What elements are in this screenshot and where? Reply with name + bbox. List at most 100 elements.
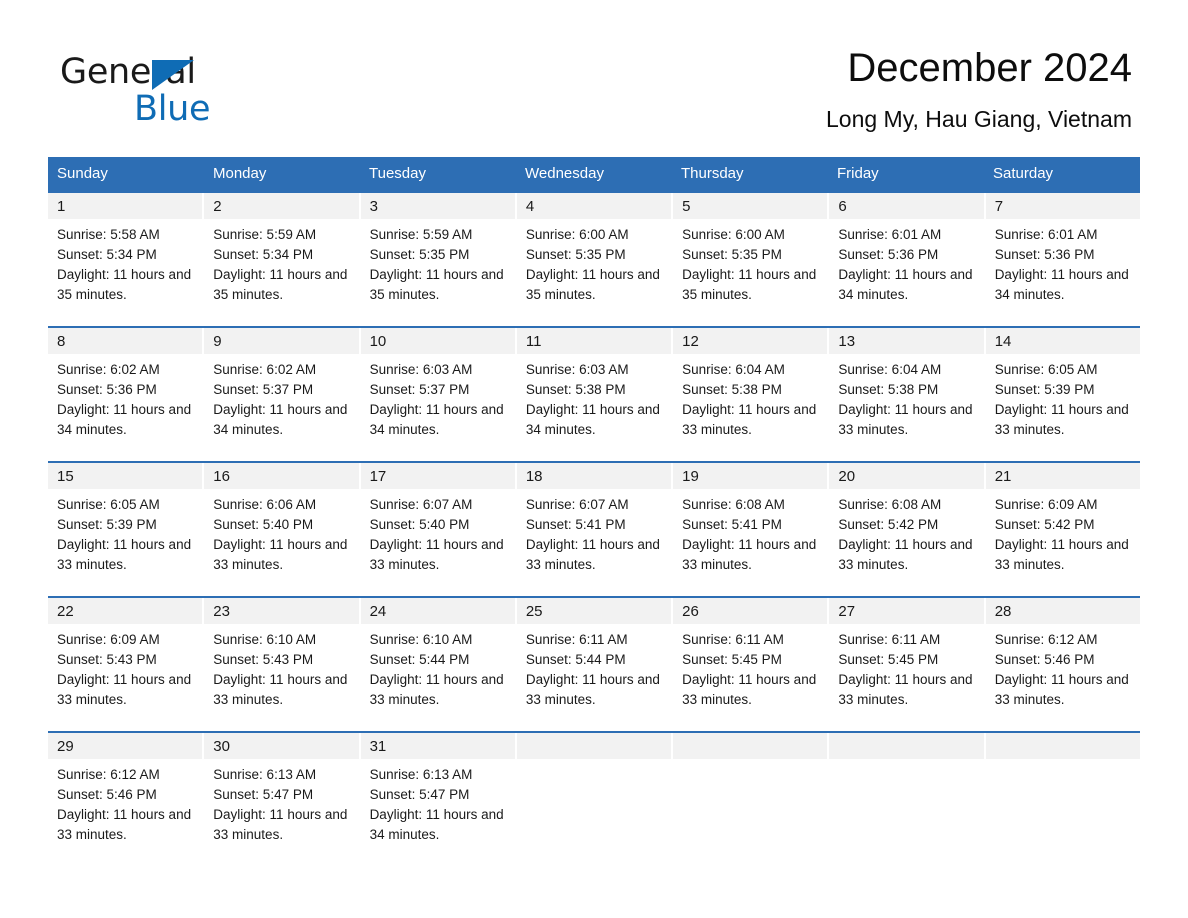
day-info-strip: Sunrise: 6:09 AM Sunset: 5:43 PM Daylight:…	[48, 624, 1140, 719]
day-number[interactable]: 20	[829, 463, 984, 489]
daylight-text: Daylight: 11 hours and 33 minutes.	[994, 537, 1129, 572]
daylight-text: Daylight: 11 hours and 33 minutes.	[525, 537, 660, 572]
day-number[interactable]: 27	[829, 598, 984, 624]
day-number[interactable]: 13	[829, 328, 984, 354]
day-number[interactable]: 16	[204, 463, 359, 489]
sunset-text: Sunset: 5:45 PM	[838, 652, 939, 667]
page-header: General Blue December 2024 Long My, Hau …	[0, 0, 1188, 155]
day-cell: Sunrise: 6:03 AM Sunset: 5:37 PM Daylight:…	[361, 354, 515, 449]
sunset-text: Sunset: 5:44 PM	[525, 652, 626, 667]
day-number[interactable]: 26	[673, 598, 828, 624]
day-number[interactable]: 28	[985, 598, 1140, 624]
daylight-text: Daylight: 11 hours and 34 minutes.	[369, 807, 504, 842]
day-number[interactable]: 23	[204, 598, 359, 624]
sunrise-text: Sunrise: 5:59 AM	[369, 227, 473, 242]
daylight-text: Daylight: 11 hours and 33 minutes.	[213, 672, 348, 707]
sunrise-text: Sunrise: 6:00 AM	[682, 227, 785, 242]
sunset-text: Sunset: 5:40 PM	[369, 517, 470, 532]
daylight-text: Daylight: 11 hours and 35 minutes.	[369, 267, 504, 302]
weekday-header-wednesday: Wednesday	[525, 165, 604, 182]
day-number[interactable]: 8	[48, 328, 203, 354]
day-cell: Sunrise: 6:11 AM Sunset: 5:45 PM Daylight:…	[673, 624, 827, 719]
sunrise-text: Sunrise: 6:03 AM	[369, 362, 473, 377]
day-cell: Sunrise: 6:07 AM Sunset: 5:40 PM Daylight:…	[361, 489, 515, 584]
day-number[interactable]: 17	[360, 463, 515, 489]
day-number[interactable]: 2	[204, 193, 359, 219]
day-number[interactable]: 3	[360, 193, 515, 219]
day-cell: Sunrise: 6:03 AM Sunset: 5:38 PM Daylight:…	[517, 354, 671, 449]
day-number[interactable]: 22	[48, 598, 203, 624]
sunset-text: Sunset: 5:35 PM	[682, 247, 782, 262]
calendar-week-row: 1 2 3 4 5 6 7 Sunrise: 5:58 AM Sunset: 5:34 PM Da…	[48, 191, 1140, 314]
daylight-text: Daylight: 11 hours and 33 minutes.	[369, 537, 504, 572]
day-number[interactable]: 15	[48, 463, 203, 489]
day-info-strip: Sunrise: 6:02 AM Sunset: 5:36 PM Daylight:…	[48, 354, 1140, 449]
calendar-grid: Sunday Monday Tuesday Wednesday Thursday Frid…	[48, 157, 1140, 854]
calendar-weeks: 1 2 3 4 5 6 7 Sunrise: 5:58 AM Sunset: 5:34 PM Da…	[48, 191, 1140, 854]
daylight-text: Daylight: 11 hours and 34 minutes.	[525, 402, 660, 437]
day-number-strip: 1234567	[48, 193, 1140, 219]
daylight-text: Daylight: 11 hours and 33 minutes.	[838, 672, 973, 707]
sunset-text: Sunset: 5:45 PM	[682, 652, 782, 667]
sunrise-text: Sunrise: 6:13 AM	[213, 767, 317, 782]
day-number[interactable]: 11	[516, 328, 672, 354]
day-number[interactable]: 18	[516, 463, 672, 489]
day-number[interactable]: 1	[48, 193, 203, 219]
day-number-strip: 8 9 10 11 12 13 14	[48, 328, 1140, 354]
day-cell: Sunrise: 6:04 AM Sunset: 5:38 PM Daylight:…	[673, 354, 827, 449]
sunrise-text: Sunrise: 6:05 AM	[994, 362, 1098, 377]
sunrise-text: Sunrise: 6:03 AM	[525, 362, 629, 377]
day-number[interactable]: 25	[516, 598, 672, 624]
sunrise-text: Sunrise: 6:09 AM	[57, 632, 160, 647]
daylight-text: Daylight: 11 hours and 33 minutes.	[57, 537, 192, 572]
weekday-header-tuesday: Tuesday	[369, 165, 426, 182]
day-number[interactable]: 12	[673, 328, 828, 354]
sunset-text: Sunset: 5:43 PM	[57, 652, 157, 667]
sunset-text: Sunset: 5:42 PM	[994, 517, 1095, 532]
daylight-text: Daylight: 11 hours and 34 minutes.	[213, 402, 348, 437]
daylight-text: Daylight: 11 hours and 34 minutes.	[994, 267, 1129, 302]
day-cell: Sunrise: 6:11 AM Sunset: 5:45 PM Daylight:…	[829, 624, 983, 719]
calendar-page: General Blue December 2024 Long My, Hau …	[0, 0, 1188, 918]
day-number[interactable]: 29	[48, 733, 203, 759]
day-cell-empty	[986, 759, 1140, 854]
sunrise-text: Sunrise: 6:01 AM	[994, 227, 1098, 242]
daylight-text: Daylight: 11 hours and 33 minutes.	[369, 672, 504, 707]
day-number[interactable]: 14	[985, 328, 1140, 354]
calendar-week-row: 8 9 10 11 12 13 14 Sunrise: 6:02 AM Sunset: 5:36…	[48, 326, 1140, 449]
day-cell: Sunrise: 5:58 AM Sunset: 5:34 PM Daylight:…	[48, 219, 202, 314]
day-cell: Sunrise: 6:08 AM Sunset: 5:42 PM Daylight:…	[829, 489, 983, 584]
day-number[interactable]: 19	[673, 463, 828, 489]
day-number[interactable]: 21	[985, 463, 1140, 489]
sunset-text: Sunset: 5:35 PM	[525, 247, 626, 262]
day-number[interactable]: 6	[829, 193, 984, 219]
sunset-text: Sunset: 5:34 PM	[213, 247, 314, 262]
sunset-text: Sunset: 5:37 PM	[369, 382, 470, 397]
day-number[interactable]: 5	[673, 193, 828, 219]
day-number[interactable]: 30	[204, 733, 359, 759]
daylight-text: Daylight: 11 hours and 33 minutes.	[213, 807, 348, 842]
page-subtitle: Long My, Hau Giang, Vietnam	[826, 106, 1132, 132]
sunrise-text: Sunrise: 6:04 AM	[838, 362, 942, 377]
day-number[interactable]: 9	[204, 328, 359, 354]
day-number[interactable]: 10	[360, 328, 515, 354]
calendar-week-row: 15 16 17 18 19 20 21 Sunrise: 6:05 AM Sunset: 5:…	[48, 461, 1140, 584]
weekday-header-row: Sunday Monday Tuesday Wednesday Thursday Frid…	[48, 157, 1140, 191]
sunset-text: Sunset: 5:39 PM	[57, 517, 157, 532]
sunset-text: Sunset: 5:47 PM	[213, 787, 314, 802]
sunrise-text: Sunrise: 6:06 AM	[213, 497, 317, 512]
day-number[interactable]: 31	[360, 733, 515, 759]
day-info-strip: Sunrise: 5:58 AM Sunset: 5:34 PM Daylight:…	[48, 219, 1140, 314]
day-number[interactable]: 4	[516, 193, 672, 219]
day-cell: Sunrise: 6:00 AM Sunset: 5:35 PM Daylight:…	[517, 219, 671, 314]
sunset-text: Sunset: 5:38 PM	[682, 382, 782, 397]
day-number-strip: 15 16 17 18 19 20 21	[48, 463, 1140, 489]
daylight-text: Daylight: 11 hours and 33 minutes.	[994, 402, 1129, 437]
day-cell: Sunrise: 6:05 AM Sunset: 5:39 PM Daylight:…	[986, 354, 1140, 449]
sunrise-text: Sunrise: 6:07 AM	[525, 497, 629, 512]
sunset-text: Sunset: 5:34 PM	[57, 247, 157, 262]
day-number[interactable]: 24	[360, 598, 515, 624]
day-number[interactable]: 7	[985, 193, 1140, 219]
day-cell: Sunrise: 6:10 AM Sunset: 5:44 PM Daylight:…	[361, 624, 515, 719]
day-cell: Sunrise: 6:02 AM Sunset: 5:37 PM Daylight:…	[204, 354, 358, 449]
